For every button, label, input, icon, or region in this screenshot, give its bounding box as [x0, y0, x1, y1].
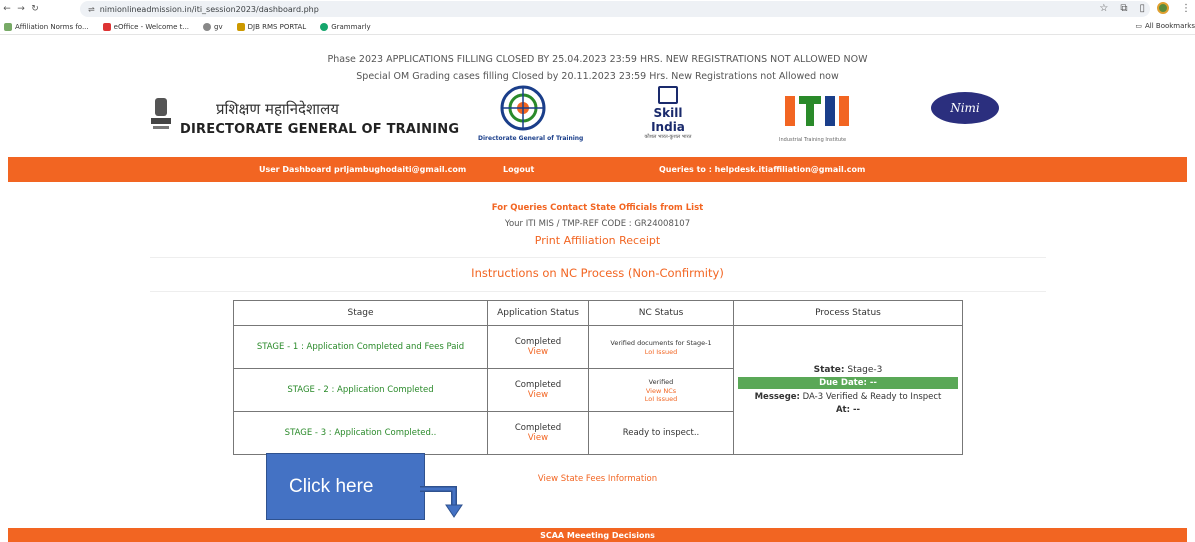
status-text: Completed	[514, 380, 562, 390]
table-header-row: Stage Application Status NC Status Proce…	[233, 300, 963, 326]
sidepanel-icon[interactable]: ▯	[1139, 3, 1145, 14]
process-state: State: Stage-3	[813, 365, 883, 375]
notice-phase: Phase 2023 APPLICATIONS FILLING CLOSED B…	[327, 54, 868, 65]
iti-caption: Industrial Training Institute	[779, 137, 847, 143]
logout-link[interactable]: Logout	[503, 165, 534, 174]
menu-icon[interactable]: ⋮	[1181, 3, 1191, 14]
process-at: At: --	[835, 405, 861, 415]
stage-cell: STAGE - 2 : Application Completed	[233, 368, 488, 412]
dgt-logo-caption: Directorate General of Training	[478, 135, 584, 142]
notice-special-om: Special OM Grading cases filling Closed …	[356, 71, 839, 82]
view-link[interactable]: View	[488, 390, 588, 400]
process-message: Messege: DA-3 Verified & Ready to Inspec…	[754, 392, 942, 402]
reload-icon[interactable]: ↻	[28, 4, 42, 14]
back-arrow-icon[interactable]: ←	[0, 4, 14, 14]
scaa-decisions-bar[interactable]: SCAA Meeeting Decisions	[8, 528, 1187, 542]
callout-arrow-icon	[420, 486, 463, 518]
status-text: Completed	[514, 423, 562, 433]
nc-status-cell: Verified documents for Stage-1 LoI Issue…	[588, 325, 734, 369]
nc-text: Verified documents for Stage-1	[610, 339, 712, 347]
app-status-cell: Completed View	[487, 368, 589, 412]
profile-avatar[interactable]	[1157, 2, 1169, 14]
skill-india-logo: Skill India कौशल भारत-कुशल भारत	[640, 86, 696, 140]
bookmark-star-icon[interactable]: ☆	[1099, 3, 1108, 14]
stage-cell: STAGE - 3 : Application Completed..	[233, 411, 488, 455]
queries-email[interactable]: Queries to : helpdesk.itiaffiliation@gma…	[659, 165, 865, 174]
bookmark-item[interactable]: DJB RMS PORTAL	[236, 22, 306, 31]
view-link[interactable]: View	[488, 433, 588, 443]
folder-icon: ▭	[1135, 22, 1142, 30]
divider	[150, 291, 1046, 292]
divider	[150, 257, 1046, 258]
process-status-cell: State: Stage-3 Due Date: -- Messege: DA-…	[733, 325, 963, 455]
bookmark-item[interactable]: Grammarly	[320, 22, 371, 31]
dgt-logo-icon	[500, 85, 546, 131]
bookmark-item[interactable]: Affiliation Norms fo...	[4, 22, 89, 31]
app-status-cell: Completed View	[487, 325, 589, 369]
view-link[interactable]: View	[488, 347, 588, 357]
ref-code: Your ITI MIS / TMP-REF CODE : GR24008107	[504, 219, 691, 229]
loi-link[interactable]: LoI Issued	[589, 395, 733, 403]
site-info-icon[interactable]: ⇌	[88, 5, 95, 14]
col-process-status: Process Status	[733, 300, 963, 326]
col-app-status: Application Status	[487, 300, 589, 326]
nc-text: Verified	[648, 378, 674, 386]
address-bar[interactable]: ⇌ nimionlineadmission.in/iti_session2023…	[80, 1, 1150, 17]
due-date-badge: Due Date: --	[738, 377, 958, 389]
col-stage: Stage	[233, 300, 488, 326]
iti-logo-icon	[785, 96, 849, 126]
loi-link[interactable]: LoI Issued	[589, 348, 733, 356]
bookmark-item[interactable]: eOffice - Welcome t...	[102, 22, 189, 31]
status-text: Completed	[514, 337, 562, 347]
state-fees-link[interactable]: View State Fees Information	[0, 474, 1195, 484]
nc-status-cell: Ready to inspect..	[588, 411, 734, 455]
user-dashboard-link[interactable]: User Dashboard prljambughodaiti@gmail.co…	[259, 165, 466, 174]
nc-instructions-link[interactable]: Instructions on NC Process (Non-Confirmi…	[0, 266, 1195, 280]
all-bookmarks[interactable]: ▭ All Bookmarks	[1135, 22, 1195, 30]
bookmark-item[interactable]: gv	[203, 22, 223, 31]
extensions-icon[interactable]: ⧉	[1120, 3, 1127, 14]
forward-arrow-icon[interactable]: →	[14, 4, 28, 14]
nc-status-cell: Verified View NCs LoI Issued	[588, 368, 734, 412]
click-here-callout: Click here	[266, 453, 425, 520]
view-ncs-link[interactable]: View NCs	[589, 387, 733, 395]
top-nav-bar: User Dashboard prljambughodaiti@gmail.co…	[8, 157, 1187, 182]
stage-cell: STAGE - 1 : Application Completed and Fe…	[233, 325, 488, 369]
stage-table: Stage Application Status NC Status Proce…	[233, 300, 963, 455]
queries-contact-link[interactable]: For Queries Contact State Officials from…	[0, 203, 1195, 213]
app-status-cell: Completed View	[487, 411, 589, 455]
browser-toolbar: ← → ↻ ⇌ nimionlineadmission.in/iti_sessi…	[0, 0, 1195, 18]
dgt-hindi-title: प्रशिक्षण महानिदेशालय	[216, 100, 339, 118]
national-emblem-icon	[151, 98, 171, 129]
print-receipt-link[interactable]: Print Affiliation Receipt	[0, 234, 1195, 247]
url-text: nimionlineadmission.in/iti_session2023/d…	[99, 4, 319, 14]
dgt-english-title: DIRECTORATE GENERAL OF TRAINING	[180, 122, 460, 137]
col-nc-status: NC Status	[588, 300, 734, 326]
bookmarks-bar: Affiliation Norms fo... eOffice - Welcom…	[0, 19, 1195, 35]
nimi-logo: Nimi	[931, 92, 999, 124]
table-row: STAGE - 1 : Application Completed and Fe…	[233, 325, 963, 455]
